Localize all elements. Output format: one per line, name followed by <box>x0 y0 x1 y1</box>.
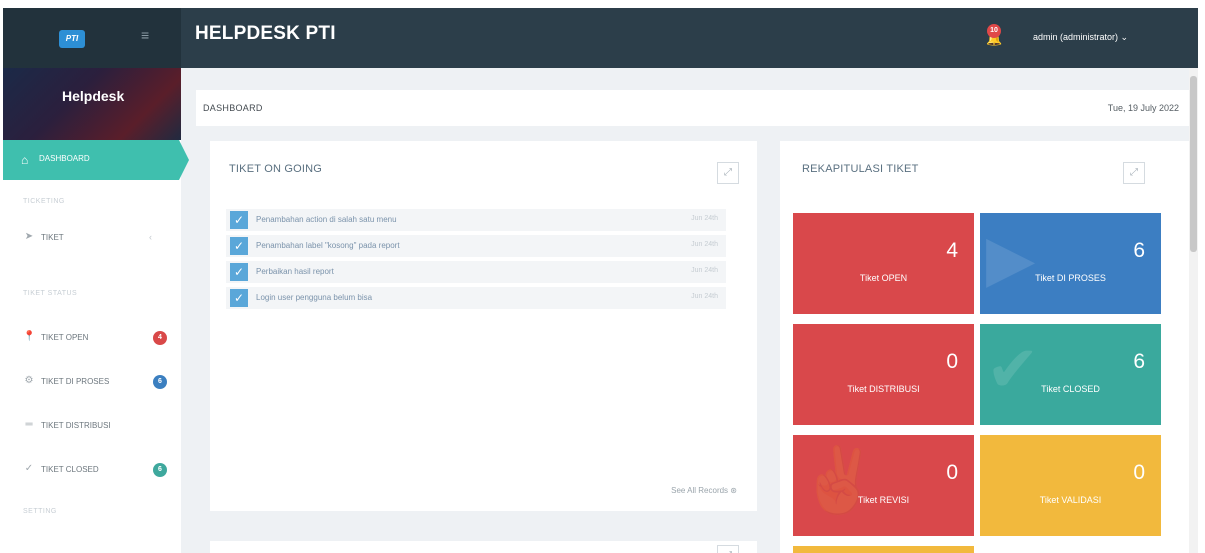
ongoing-panel: TIKET ON GOING ⤢ ✓ Penambahan action di … <box>210 141 757 511</box>
arrow-circle-icon: ⊛ <box>730 486 737 495</box>
task-row[interactable]: ✓ Perbaikan hasil report Jun 24th <box>226 261 726 283</box>
tile-label: Tiket OPEN <box>859 273 908 283</box>
see-all-label: See All Records <box>671 486 729 495</box>
checkbox-checked-icon[interactable]: ✓ <box>230 237 248 255</box>
hamburger-icon[interactable]: ≡ <box>141 28 155 42</box>
sidebar-section-setting: SETTING <box>23 508 57 515</box>
notification-badge: 10 <box>987 24 1001 38</box>
user-name: admin (administrator) <box>1033 32 1119 42</box>
sidebar-item-dashboard[interactable]: ⌂ DASHBOARD <box>3 140 189 180</box>
sidebar-item-label: TIKET CLOSED <box>41 465 99 474</box>
secondary-panel: ⤢ <box>210 541 757 553</box>
task-date: Jun 24th <box>691 215 718 222</box>
panel-title: TIKET ON GOING <box>229 163 323 175</box>
sidebar-item-tiket-closed[interactable]: ✓ TIKET CLOSED 6 <box>3 455 181 485</box>
app-window: PTI ≡ HELPDESK PTI 🔔 10 admin (administr… <box>3 8 1198 553</box>
breadcrumb: DASHBOARD Tue, 19 July 2022 <box>196 90 1189 126</box>
scrollbar-thumb[interactable] <box>1190 76 1197 252</box>
sidebar-item-tiket-di-proses[interactable]: ⚙ TIKET DI PROSES 6 <box>3 367 181 397</box>
tile-value: 6 <box>1133 350 1145 373</box>
sidebar-item-label: TIKET OPEN <box>41 333 89 342</box>
tile-tiket-di-proses[interactable]: ▶ 6 Tiket DI PROSES <box>980 213 1161 314</box>
tile-tiket-revisi[interactable]: ✌ 0 Tiket REVISI <box>793 435 974 536</box>
user-menu[interactable]: admin (administrator) ⌄ <box>1033 32 1128 43</box>
check-icon: ✓ <box>24 463 34 474</box>
task-row[interactable]: ✓ Penambahan action di salah satu menu J… <box>226 209 726 231</box>
count-badge: 6 <box>153 463 167 477</box>
gear-icon: ⚙ <box>24 375 34 386</box>
tile-tiket-closed[interactable]: ✔ 6 Tiket CLOSED <box>980 324 1161 425</box>
sidebar-item-tiket[interactable]: ➤ TIKET ‹ <box>3 223 181 253</box>
tile-tiket-validasi[interactable]: 0 Tiket VALIDASI <box>980 435 1161 536</box>
task-date: Jun 24th <box>691 267 718 274</box>
page-scrollbar[interactable] <box>1189 68 1198 553</box>
current-date: Tue, 19 July 2022 <box>1107 103 1179 113</box>
tile-label: Tiket DI PROSES <box>1035 273 1106 283</box>
task-text: Login user pengguna belum bisa <box>256 293 373 302</box>
tile-partial <box>793 546 974 553</box>
tile-value: 0 <box>1133 461 1145 484</box>
page-title: DASHBOARD <box>203 103 263 113</box>
rekap-panel: REKAPITULASI TIKET ⤢ 4 Tiket OPEN ▶ 6 Ti… <box>780 141 1189 553</box>
sidebar-item-label: TIKET DISTRIBUSI <box>41 421 111 430</box>
task-date: Jun 24th <box>691 241 718 248</box>
checkbox-checked-icon[interactable]: ✓ <box>230 289 248 307</box>
chevron-left-icon: ‹ <box>149 232 152 242</box>
checkbox-checked-icon[interactable]: ✓ <box>230 263 248 281</box>
task-text: Penambahan action di salah satu menu <box>256 215 397 224</box>
tile-value: 0 <box>946 350 958 373</box>
expand-icon[interactable]: ⤢ <box>717 545 739 553</box>
tile-label: Tiket REVISI <box>857 495 910 505</box>
sidebar-banner-title: Helpdesk <box>62 88 125 104</box>
notification-button[interactable]: 🔔 10 <box>983 24 1005 48</box>
task-date: Jun 24th <box>691 293 718 300</box>
sidebar-section-tiket-status: TIKET STATUS <box>23 290 78 297</box>
task-text: Penambahan label "kosong" pada report <box>256 241 400 250</box>
tile-value: 6 <box>1133 239 1145 262</box>
tile-tiket-open[interactable]: 4 Tiket OPEN <box>793 213 974 314</box>
sidebar-item-label: TIKET <box>41 233 64 242</box>
logo-area: PTI ≡ <box>3 8 181 68</box>
checkbox-checked-icon[interactable]: ✓ <box>230 211 248 229</box>
task-row[interactable]: ✓ Penambahan label "kosong" pada report … <box>226 235 726 257</box>
count-badge: 4 <box>153 331 167 345</box>
tile-label: Tiket CLOSED <box>1041 384 1100 394</box>
top-navbar: PTI ≡ HELPDESK PTI 🔔 10 admin (administr… <box>3 8 1198 68</box>
sidebar-item-tiket-distribusi[interactable]: ═ TIKET DISTRIBUSI <box>3 411 181 441</box>
lines-icon: ═ <box>25 419 33 430</box>
sidebar-item-label: TIKET DI PROSES <box>41 377 110 386</box>
sidebar-item-label: DASHBOARD <box>39 154 90 163</box>
tile-label: Tiket VALIDASI <box>1039 495 1102 505</box>
expand-icon[interactable]: ⤢ <box>1123 162 1145 184</box>
task-text: Perbaikan hasil report <box>256 267 334 276</box>
tile-value: 0 <box>946 461 958 484</box>
expand-icon[interactable]: ⤢ <box>717 162 739 184</box>
task-row[interactable]: ✓ Login user pengguna belum bisa Jun 24t… <box>226 287 726 309</box>
home-icon: ⌂ <box>21 153 29 167</box>
tile-label: Tiket DISTRIBUSI <box>847 384 920 394</box>
sidebar-item-tiket-open[interactable]: 📍 TIKET OPEN 4 <box>3 323 181 353</box>
panel-title: REKAPITULASI TIKET <box>802 163 919 175</box>
sidebar-section-ticketing: TICKETING <box>23 198 65 205</box>
tile-value: 4 <box>946 239 958 262</box>
pin-icon: 📍 <box>23 331 36 342</box>
chevron-down-icon: ⌄ <box>1120 32 1129 42</box>
sidebar-banner: Helpdesk <box>3 68 181 140</box>
count-badge: 6 <box>153 375 167 389</box>
app-title: HELPDESK PTI <box>195 23 336 44</box>
send-icon: ➤ <box>24 231 34 242</box>
see-all-records-link[interactable]: See All Records ⊛ <box>671 486 737 495</box>
pti-logo[interactable]: PTI <box>59 30 85 48</box>
sidebar: Helpdesk ⌂ DASHBOARD TICKETING ➤ TIKET ‹… <box>3 68 189 553</box>
tile-tiket-distribusi[interactable]: 0 Tiket DISTRIBUSI <box>793 324 974 425</box>
